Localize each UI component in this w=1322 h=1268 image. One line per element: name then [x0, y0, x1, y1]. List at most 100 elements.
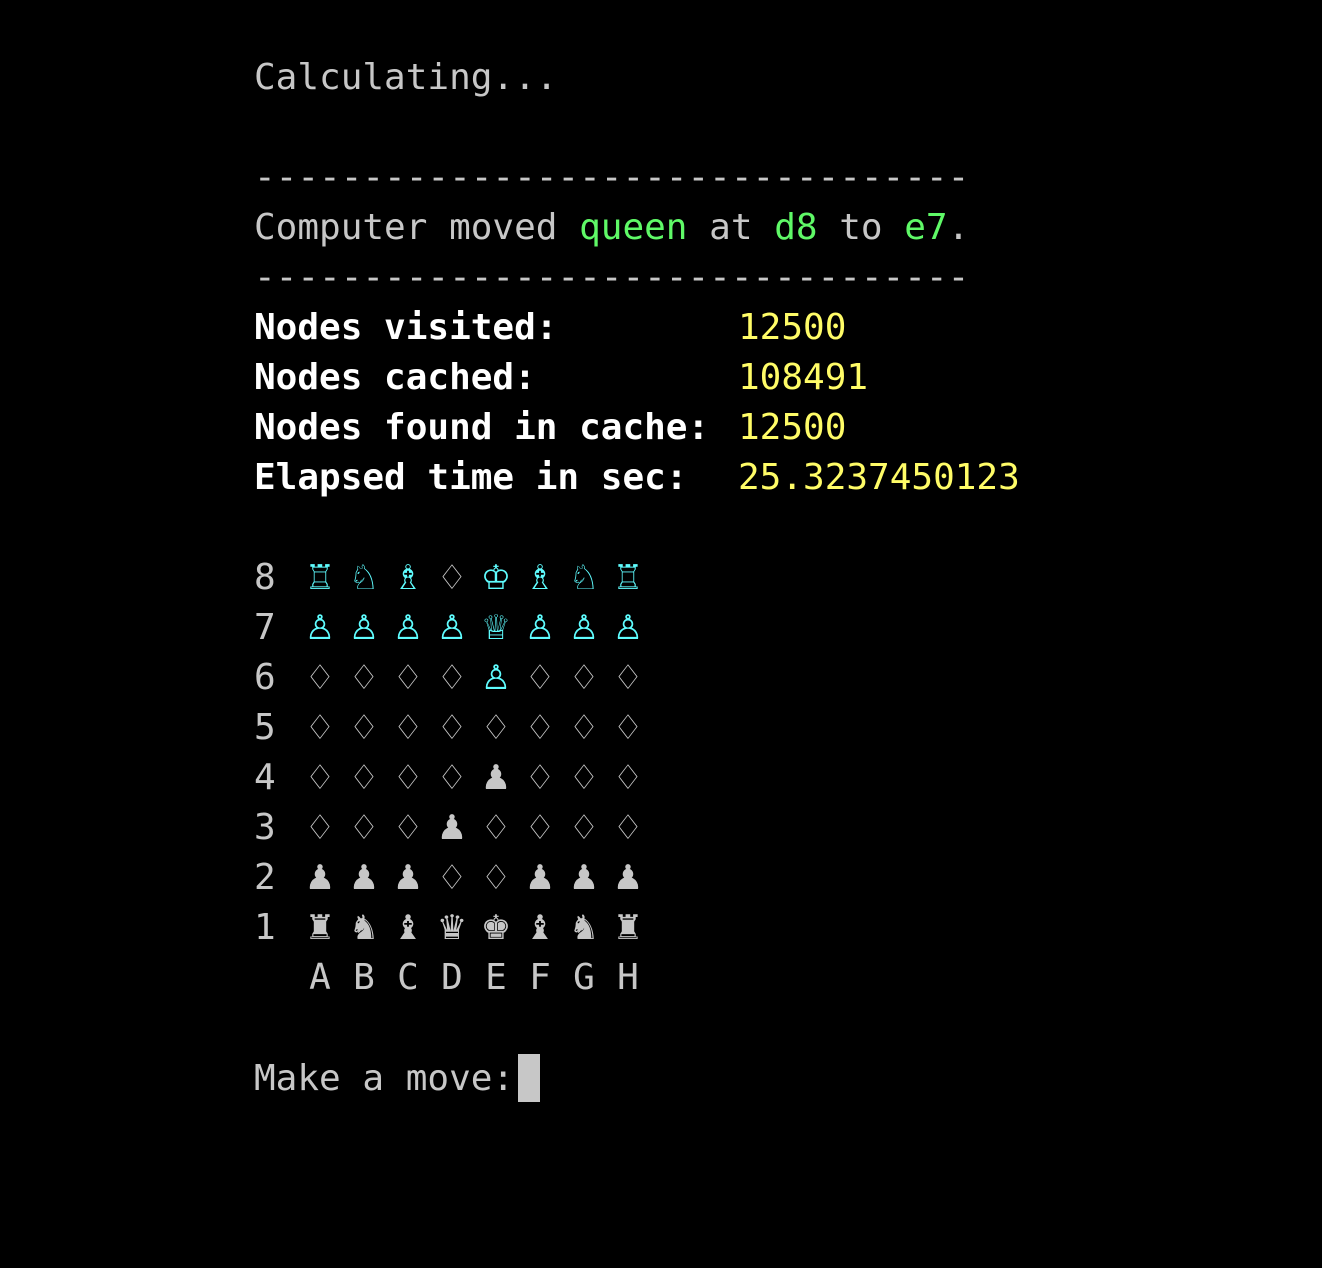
file-label: C: [397, 957, 419, 998]
empty-square: ♢: [348, 658, 380, 698]
board-piece: ♜: [612, 908, 644, 948]
board-rank-5: 5 ♢ ♢ ♢ ♢ ♢ ♢ ♢ ♢: [254, 703, 1254, 753]
empty-square: ♢: [304, 808, 336, 848]
empty-square: ♢: [436, 858, 468, 898]
move-at: at: [687, 207, 775, 248]
board-rank-7: 7 ♙ ♙ ♙ ♙ ♕ ♙ ♙ ♙: [254, 603, 1254, 653]
board-piece: ♝: [392, 908, 424, 948]
empty-square: ♢: [348, 808, 380, 848]
board-piece: ♟: [436, 808, 468, 848]
rank-label: 5: [254, 707, 276, 748]
board-rank-1: 1 ♜ ♞ ♝ ♛ ♚ ♝ ♞ ♜: [254, 903, 1254, 953]
board-piece: ♙: [612, 608, 644, 648]
empty-square: ♢: [436, 708, 468, 748]
move-prompt[interactable]: Make a move:: [254, 1053, 1254, 1103]
rank-label: 3: [254, 807, 276, 848]
stat-value: 108491: [738, 357, 869, 398]
empty-square: ♢: [392, 658, 424, 698]
separator-top: ---------------------------------: [254, 157, 970, 198]
board-piece: ♟: [612, 858, 644, 898]
file-label: F: [529, 957, 551, 998]
empty-square: ♢: [480, 858, 512, 898]
stat-row: Elapsed time in sec: 25.3237450123: [254, 453, 1254, 503]
board-piece: ♘: [568, 558, 600, 598]
stat-row: Nodes found in cache: 12500: [254, 403, 1254, 453]
file-label: D: [441, 957, 463, 998]
stat-value: 12500: [738, 407, 847, 448]
terminal-output: Calculating... -------------------------…: [254, 53, 1254, 1103]
empty-square: ♢: [392, 708, 424, 748]
stat-row: Nodes visited: 12500: [254, 303, 1254, 353]
empty-square: ♢: [568, 808, 600, 848]
board-piece: ♟: [524, 858, 556, 898]
empty-square: ♢: [436, 558, 468, 598]
empty-square: ♢: [304, 758, 336, 798]
board-piece: ♟: [480, 758, 512, 798]
stat-label: Elapsed time in sec:: [254, 457, 688, 498]
file-label: H: [617, 957, 639, 998]
board-rank-6: 6 ♢ ♢ ♢ ♢ ♙ ♢ ♢ ♢: [254, 653, 1254, 703]
stats-block: Nodes visited: 12500 Nodes cached: 108491 …: [254, 303, 1254, 503]
move-message: Computer moved queen at d8 to e7.: [254, 203, 1254, 253]
board-piece: ♙: [436, 608, 468, 648]
empty-square: ♢: [568, 658, 600, 698]
empty-square: ♢: [392, 808, 424, 848]
board-rank-3: 3 ♢ ♢ ♢ ♟ ♢ ♢ ♢ ♢: [254, 803, 1254, 853]
move-suffix: .: [947, 207, 970, 248]
move-from-square: d8: [774, 207, 818, 248]
rank-label: 4: [254, 757, 276, 798]
board-piece: ♙: [568, 608, 600, 648]
file-label: E: [485, 957, 507, 998]
stat-row: Nodes cached: 108491: [254, 353, 1254, 403]
empty-square: ♢: [612, 708, 644, 748]
empty-square: ♢: [524, 758, 556, 798]
empty-square: ♢: [612, 808, 644, 848]
empty-square: ♢: [436, 658, 468, 698]
move-to-square: e7: [904, 207, 948, 248]
board-piece: ♖: [612, 558, 644, 598]
empty-square: ♢: [524, 808, 556, 848]
separator-bottom: ---------------------------------: [254, 257, 970, 298]
stat-label: Nodes found in cache:: [254, 407, 710, 448]
file-label: B: [353, 957, 375, 998]
stat-value: 12500: [738, 307, 847, 348]
empty-square: ♢: [612, 758, 644, 798]
empty-square: ♢: [436, 758, 468, 798]
empty-square: ♢: [348, 758, 380, 798]
board-piece: ♙: [524, 608, 556, 648]
board-piece: ♞: [568, 908, 600, 948]
empty-square: ♢: [568, 708, 600, 748]
empty-square: ♢: [524, 658, 556, 698]
rank-label: 2: [254, 857, 276, 898]
prompt-label: Make a move:: [254, 1057, 515, 1099]
stat-label: Nodes visited:: [254, 307, 558, 348]
empty-square: ♢: [480, 708, 512, 748]
board-rank-8: 8 ♖ ♘ ♗ ♢ ♔ ♗ ♘ ♖: [254, 553, 1254, 603]
empty-square: ♢: [304, 658, 336, 698]
empty-square: ♢: [568, 758, 600, 798]
board-piece: ♗: [524, 558, 556, 598]
board-piece: ♟: [568, 858, 600, 898]
move-prefix: Computer moved: [254, 207, 580, 248]
text-cursor: [518, 1054, 541, 1102]
board-piece: ♙: [348, 608, 380, 648]
board-piece: ♙: [480, 658, 512, 698]
board-piece: ♜: [304, 908, 336, 948]
file-labels: ABCDEFGH: [254, 953, 1254, 1003]
stat-label: Nodes cached:: [254, 357, 536, 398]
board-piece: ♘: [348, 558, 380, 598]
board-piece: ♚: [480, 908, 512, 948]
move-to-word: to: [817, 207, 905, 248]
board-piece: ♖: [304, 558, 336, 598]
board-piece: ♕: [480, 608, 512, 648]
status-line: Calculating...: [254, 57, 558, 98]
board-piece: ♔: [480, 558, 512, 598]
board-piece: ♛: [436, 908, 468, 948]
empty-square: ♢: [304, 708, 336, 748]
stat-value: 25.3237450123: [738, 457, 1020, 498]
board-piece: ♟: [348, 858, 380, 898]
file-label: A: [309, 957, 331, 998]
rank-label: 7: [254, 607, 276, 648]
